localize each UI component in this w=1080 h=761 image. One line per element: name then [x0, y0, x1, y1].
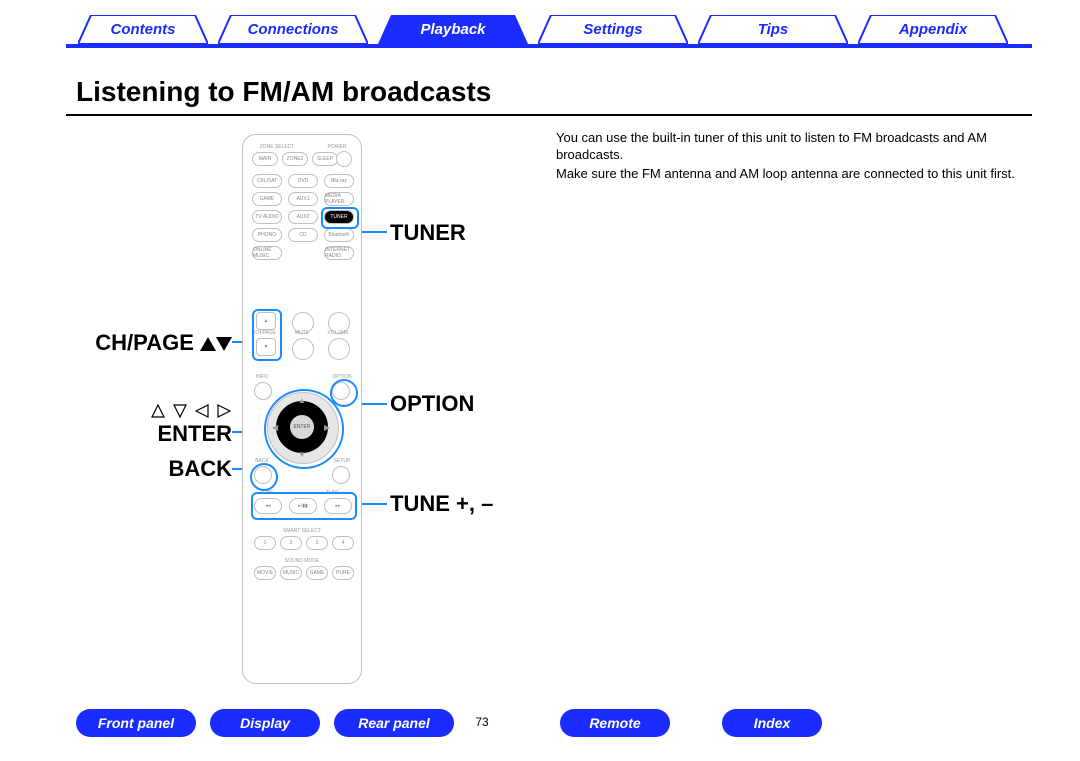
body-text: You can use the built-in tuner of this u… — [556, 129, 1026, 184]
remote-zone-select-label: ZONE SELECT — [252, 144, 302, 150]
tab-appendix[interactable]: Appendix — [858, 15, 1008, 44]
remote-setup-label: SETUP — [330, 458, 354, 464]
pill-index[interactable]: Index — [722, 709, 822, 737]
remote-btn: Blu-ray — [324, 174, 354, 188]
callout-enter: ENTER — [157, 421, 232, 447]
remote-btn-smart3: 3 — [306, 536, 328, 550]
tab-tips[interactable]: Tips — [698, 15, 848, 44]
highlight-tune — [251, 492, 357, 520]
remote-btn: ONLINE MUSIC — [252, 246, 282, 260]
tab-label: Settings — [583, 21, 642, 38]
remote-btn: AUX2 — [288, 210, 318, 224]
highlight-dpad — [264, 389, 344, 469]
remote-btn-power — [336, 151, 352, 167]
body-p1: You can use the built-in tuner of this u… — [556, 129, 1026, 163]
remote-btn-pure: PURE — [332, 566, 354, 580]
heading-underline — [66, 114, 1032, 116]
remote-illustration: ZONE SELECT POWER MAIN ZONE2 SLEEP CBL/S… — [242, 134, 362, 684]
remote-btn: Bluetooth — [324, 228, 354, 242]
tab-label: Appendix — [899, 21, 967, 38]
callout-chpage-text: CH/PAGE — [95, 330, 194, 355]
pill-label: Index — [754, 715, 791, 731]
page-title: Listening to FM/AM broadcasts — [76, 76, 491, 108]
pill-label: Remote — [589, 715, 640, 731]
remote-info-label: INFO — [250, 374, 274, 380]
remote-mute-label: MUTE — [287, 330, 317, 336]
tab-label: Tips — [758, 21, 789, 38]
triangle-up-outline-icon — [151, 404, 165, 418]
callout-dpad-icons — [150, 397, 232, 423]
remote-btn: INTERNET RADIO — [324, 246, 354, 260]
remote-btn-zone2: ZONE2 — [282, 152, 308, 166]
pill-label: Display — [240, 715, 290, 731]
pill-remote[interactable]: Remote — [560, 709, 670, 737]
remote-smart-label: SMART SELECT — [272, 528, 332, 534]
remote-btn-smart2: 2 — [280, 536, 302, 550]
remote-volume-label: VOLUME — [322, 330, 354, 336]
callout-tuner: TUNER — [390, 220, 466, 246]
bottom-link-bar: Front panel Display Rear panel 73 Remote… — [0, 709, 1080, 743]
tabbar-underline — [66, 44, 1032, 48]
remote-btn: TV AUDIO — [252, 210, 282, 224]
tab-label: Connections — [248, 21, 339, 38]
remote-btn-vol-down — [328, 338, 350, 360]
remote-power-label: POWER — [322, 144, 352, 150]
remote-btn-music: MUSIC — [280, 566, 302, 580]
page-root: Contents Connections Playback Settings T… — [0, 0, 1080, 761]
remote-btn-sleep: SLEEP — [312, 152, 338, 166]
pill-rear-panel[interactable]: Rear panel — [334, 709, 454, 737]
remote-btn: PHONO — [252, 228, 282, 242]
triangle-down-outline-icon — [173, 404, 187, 418]
page-number: 73 — [462, 715, 502, 729]
remote-btn-smart4: 4 — [332, 536, 354, 550]
tab-label: Contents — [111, 21, 176, 38]
remote-btn: CBL/SAT — [252, 174, 282, 188]
remote-btn: MEDIA PLAYER — [324, 192, 354, 206]
tab-settings[interactable]: Settings — [538, 15, 688, 44]
pill-display[interactable]: Display — [210, 709, 320, 737]
pill-front-panel[interactable]: Front panel — [76, 709, 196, 737]
remote-btn: AUX1 — [288, 192, 318, 206]
remote-btn-main: MAIN — [252, 152, 278, 166]
remote-btn-game: GAME — [306, 566, 328, 580]
top-tab-bar: Contents Connections Playback Settings T… — [0, 2, 1080, 50]
remote-btn-mute — [292, 338, 314, 360]
remote-btn-info — [254, 382, 272, 400]
remote-btn-setup — [332, 466, 350, 484]
remote-btn: DVD — [288, 174, 318, 188]
remote-sound-label: SOUND MODE — [272, 558, 332, 564]
triangle-right-outline-icon — [217, 404, 231, 418]
triangle-down-icon — [216, 337, 232, 351]
callout-option: OPTION — [390, 391, 474, 417]
triangle-up-icon — [200, 337, 216, 351]
remote-btn-smart1: 1 — [254, 536, 276, 550]
pill-label: Front panel — [98, 715, 174, 731]
triangle-left-outline-icon — [195, 404, 209, 418]
highlight-back — [250, 463, 278, 491]
highlight-chpage — [252, 309, 282, 361]
remote-btn: GAME — [252, 192, 282, 206]
remote-btn-movie: MOVIE — [254, 566, 276, 580]
tab-playback[interactable]: Playback — [378, 15, 528, 44]
tab-contents[interactable]: Contents — [78, 15, 208, 44]
pill-label: Rear panel — [358, 715, 430, 731]
highlight-tuner — [321, 207, 359, 229]
callout-chpage: CH/PAGE — [95, 330, 232, 356]
tab-label: Playback — [420, 21, 485, 38]
body-p2: Make sure the FM antenna and AM loop ant… — [556, 165, 1026, 182]
callout-back: BACK — [168, 456, 232, 482]
callout-tune: TUNE +, – — [390, 491, 493, 517]
remote-btn: CD — [288, 228, 318, 242]
tab-connections[interactable]: Connections — [218, 15, 368, 44]
